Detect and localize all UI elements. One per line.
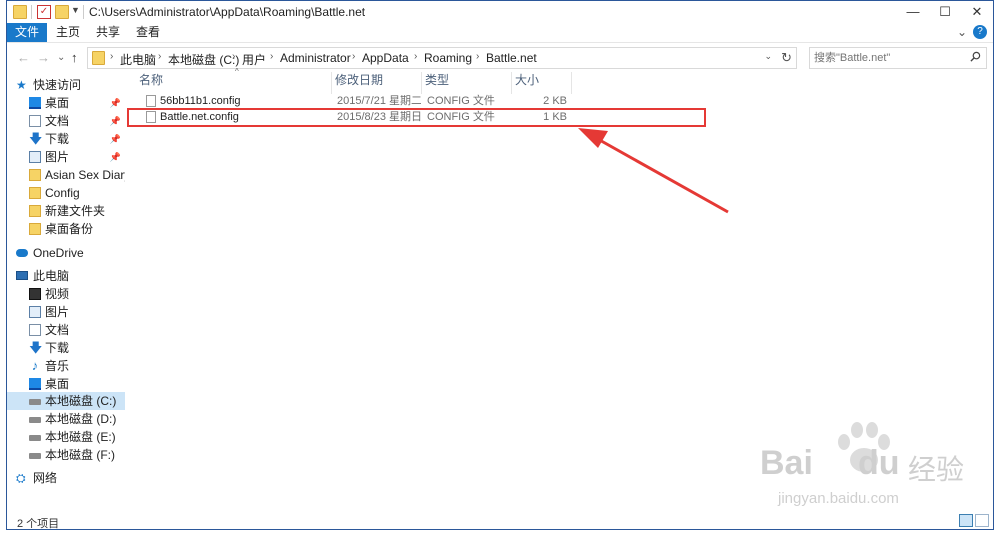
watermark-chinese: 经验 [908, 454, 965, 485]
watermark-brand: Bai [760, 444, 813, 482]
baidu-watermark: Bai du 经验 jingyan.baidu.com [740, 420, 990, 520]
watermark-url: jingyan.baidu.com [778, 490, 899, 507]
watermark-brand-end: du [858, 444, 900, 482]
